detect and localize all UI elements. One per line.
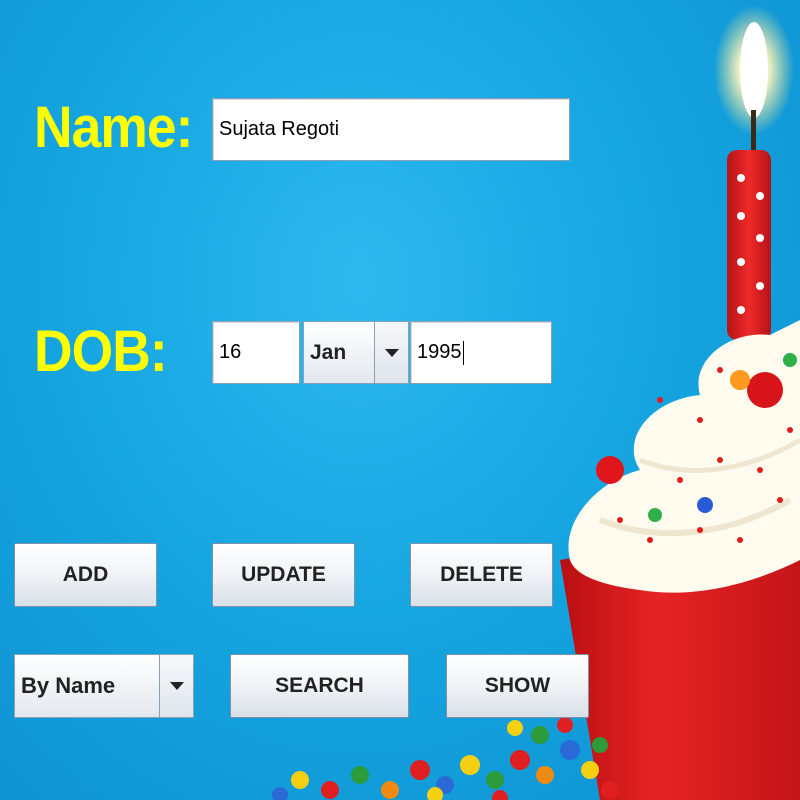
dob-year-field[interactable]: 1995	[410, 321, 552, 384]
search-button[interactable]: SEARCH	[230, 654, 409, 718]
name-field[interactable]: Sujata Regoti	[212, 98, 570, 161]
show-button[interactable]: SHOW	[446, 654, 589, 718]
dob-day-value: 16	[219, 341, 242, 363]
dob-label: DOB:	[34, 319, 168, 384]
search-mode-select[interactable]: By Name	[14, 654, 194, 718]
dob-month-select[interactable]: Jan	[303, 321, 409, 384]
dob-day-field[interactable]: 16	[212, 321, 300, 384]
name-label: Name:	[34, 95, 193, 160]
dob-year-value: 1995	[417, 341, 462, 363]
name-value: Sujata Regoti	[219, 118, 340, 140]
app-window: Name: Sujata Regoti DOB: 16 Jan 1995 ADD…	[0, 0, 800, 800]
search-mode-value: By Name	[21, 673, 116, 698]
text-cursor	[462, 340, 464, 365]
delete-button[interactable]: DELETE	[410, 543, 553, 607]
candle	[727, 150, 771, 340]
chevron-down-icon[interactable]	[374, 322, 408, 383]
flame	[740, 22, 768, 118]
chevron-down-icon[interactable]	[159, 655, 193, 717]
dob-month-value: Jan	[310, 340, 347, 364]
update-button[interactable]: UPDATE	[212, 543, 355, 607]
add-button[interactable]: ADD	[14, 543, 157, 607]
